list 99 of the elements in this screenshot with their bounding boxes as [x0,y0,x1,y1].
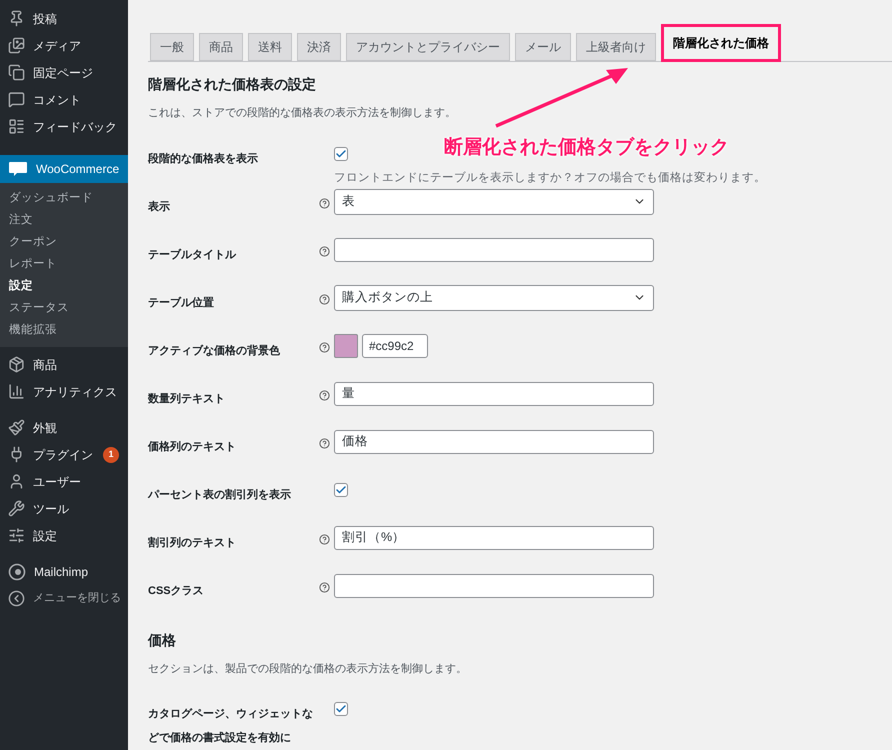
settings-tab[interactable]: 上級者向け [576,33,656,61]
settings-tab[interactable]: 一般 [150,33,194,61]
submenu-item[interactable]: クーポン [0,232,128,254]
sidebar-item[interactable]: プラグイン 1 [0,441,128,468]
sidebar-label: プラグイン [33,446,93,464]
sidebar-label: 設定 [33,528,57,544]
field-label: テーブル位置 [148,296,214,308]
field-label: パーセント表の割引列を表示 [148,488,291,500]
check-icon [335,484,347,496]
sidebar-item[interactable]: Mailchimp [0,558,128,585]
checkbox[interactable] [334,702,348,716]
input-field[interactable] [334,238,654,262]
field-label: 価格列のテキスト [148,440,236,452]
field-label: カタログページ、ウィジェットなどで価格の書式設定を有効に [148,708,313,744]
settings-tab[interactable]: 決済 [297,33,341,61]
help-icon[interactable] [319,342,330,352]
help-icon[interactable] [319,438,330,448]
comment-icon [8,91,25,108]
field-label: 数量列テキスト [148,392,225,404]
field-label: 割引列のテキスト [148,536,236,548]
help-icon[interactable] [319,390,330,400]
sidebar-label: ツール [33,500,69,518]
media-icon [8,37,25,54]
sidebar-label: 商品 [33,356,57,374]
sidebar-item[interactable]: 投稿 [0,5,128,32]
help-icon[interactable] [319,582,330,592]
sidebar-item[interactable]: 外観 [0,414,128,441]
help-icon[interactable] [319,534,330,544]
sidebar-label: アナリティクス [33,384,117,400]
help-icon[interactable] [319,198,330,208]
user-icon [8,473,25,490]
submenu-item[interactable]: レポート [0,254,128,276]
speech-bubble-icon [8,161,28,177]
submenu-item[interactable]: 注文 [0,210,128,232]
field-label: CSSクラス [148,584,204,596]
sidebar-item[interactable]: ツール [0,495,128,522]
select-field[interactable]: 購入ボタンの上 [334,284,654,310]
box-icon [8,356,25,373]
checkbox[interactable] [334,482,348,496]
color-swatch[interactable] [334,334,358,358]
settings-tab[interactable]: 送料 [248,33,292,61]
sidebar-item[interactable]: 固定ページ [0,59,128,86]
section-description: セクションは、製品での段階的な価格の表示方法を制御します。 [148,662,468,676]
input-field[interactable] [334,574,654,598]
pages-icon [8,64,25,81]
field-description: フロントエンドにテーブルを表示しますか？オフの場合でも価格は変わります。 [334,170,766,186]
section-title: 階層化された価格表の設定 [148,75,317,94]
check-icon [335,703,347,715]
submenu-item[interactable]: 設定 [0,276,128,298]
select-field[interactable]: 表 [334,188,654,214]
brush-icon [8,419,25,436]
check-icon [335,148,347,160]
sidebar-label: Mailchimp [34,564,88,580]
submenu-item[interactable]: ダッシュボード [0,188,128,210]
sidebar-item[interactable]: メディア [0,32,128,59]
sidebar-item[interactable]: メニューを閉じる [0,585,128,612]
input-field[interactable]: 割引（%） [334,526,654,550]
sidebar-item[interactable]: WooCommerce [0,155,128,183]
sidebar-label: 外観 [33,420,57,436]
callout-text: 断層化された価格タブをクリック [444,136,729,160]
settings-tab[interactable]: メール [515,33,571,61]
sidebar-label: WooCommerce [36,161,120,178]
sidebar-item[interactable]: アナリティクス [0,378,128,405]
input-field[interactable]: 量 [334,382,654,406]
submenu-item[interactable]: 機能拡張 [0,320,128,342]
section-description: これは、ストアでの段階的な価格表の表示方法を制御します。 [148,106,457,121]
bar-chart-icon [8,383,25,400]
help-icon[interactable] [319,246,330,256]
list-icon [8,118,25,135]
sidebar-label: メディア [33,38,81,54]
sidebar-item[interactable]: コメント [0,86,128,113]
sidebar-label: ユーザー [33,474,81,490]
collapse-icon [8,590,25,607]
settings-tab[interactable]: 商品 [199,33,243,61]
field-label: 段階的な価格表を表示 [148,152,258,164]
field-label: アクティブな価格の背景色 [148,344,280,356]
sidebar-label: メニューを閉じる [33,591,121,606]
sidebar-label: コメント [33,92,81,108]
sidebar-item[interactable]: 設定 [0,522,128,549]
sidebar-item[interactable]: 商品 [0,351,128,378]
settings-tab[interactable]: 階層化された価格 [661,24,781,62]
pin-icon [8,10,25,27]
sliders-icon [8,527,25,544]
sidebar-label: 固定ページ [33,64,93,82]
input-field[interactable]: 価格 [334,430,654,454]
help-icon[interactable] [319,294,330,304]
sidebar-item[interactable]: フィードバック [0,113,128,140]
sidebar-item[interactable]: ユーザー [0,468,128,495]
color-input[interactable]: #cc99c2 [362,334,428,358]
count-badge: 1 [103,446,119,462]
field-label: テーブルタイトル [148,248,236,260]
checkbox[interactable] [334,146,348,160]
field-label: 表示 [148,200,170,212]
settings-tab[interactable]: アカウントとプライバシー [346,33,510,61]
wrench-icon [8,500,25,517]
section-title: 価格 [148,630,177,650]
sidebar-label: フィードバック [33,118,117,136]
submenu-item[interactable]: ステータス [0,298,128,320]
sidebar-label: 投稿 [33,10,57,28]
